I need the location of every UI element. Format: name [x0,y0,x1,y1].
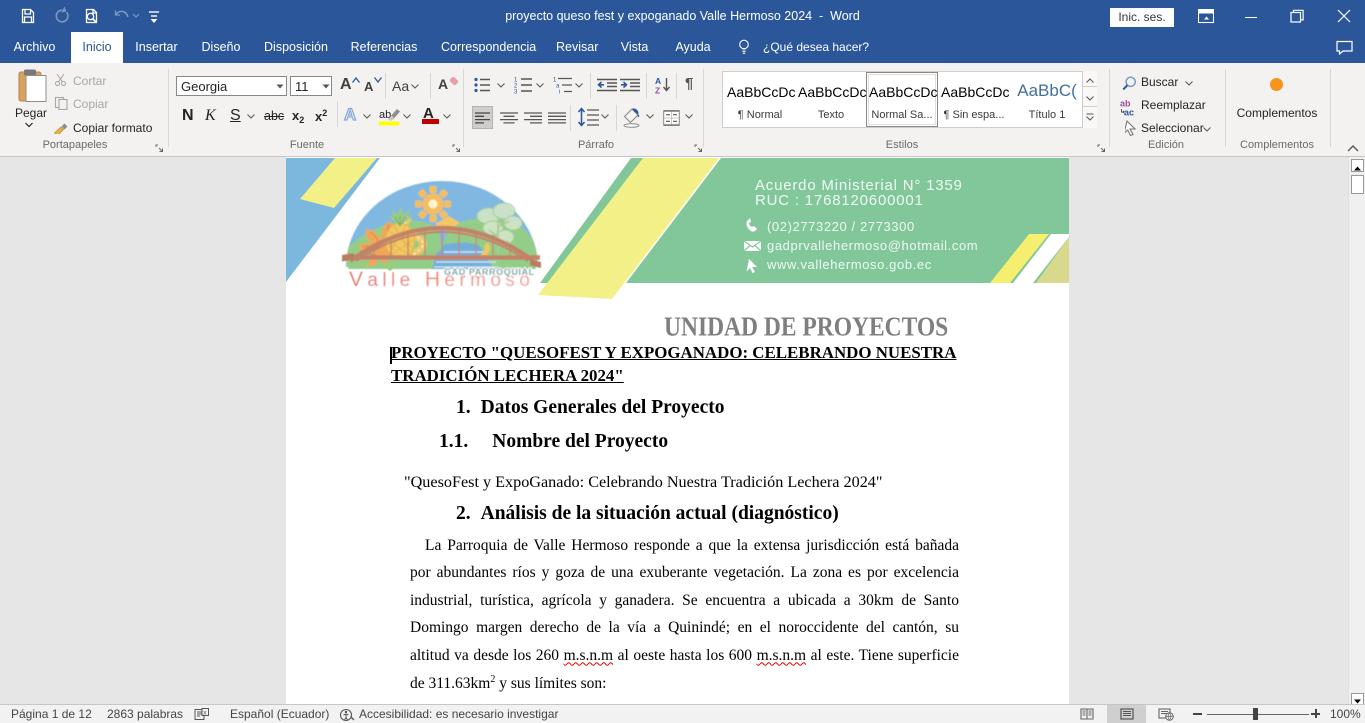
svg-text:A: A [655,76,661,86]
svg-text:(02)2773220 / 2773300: (02)2773220 / 2773300 [767,219,915,234]
svg-text:gadprvallehermoso@hotmail.com: gadprvallehermoso@hotmail.com [767,238,978,253]
svg-text:3: 3 [514,90,518,95]
svg-text:i: i [559,90,560,95]
svg-text:www.vallehermoso.gob.ec: www.vallehermoso.gob.ec [766,257,932,272]
svg-text:GAD PARROQUIAL: GAD PARROQUIAL [444,267,535,277]
svg-text:ac: ac [1124,108,1134,117]
svg-text:RUC : 1768120600001: RUC : 1768120600001 [755,192,924,209]
svg-text:Z: Z [655,86,660,95]
